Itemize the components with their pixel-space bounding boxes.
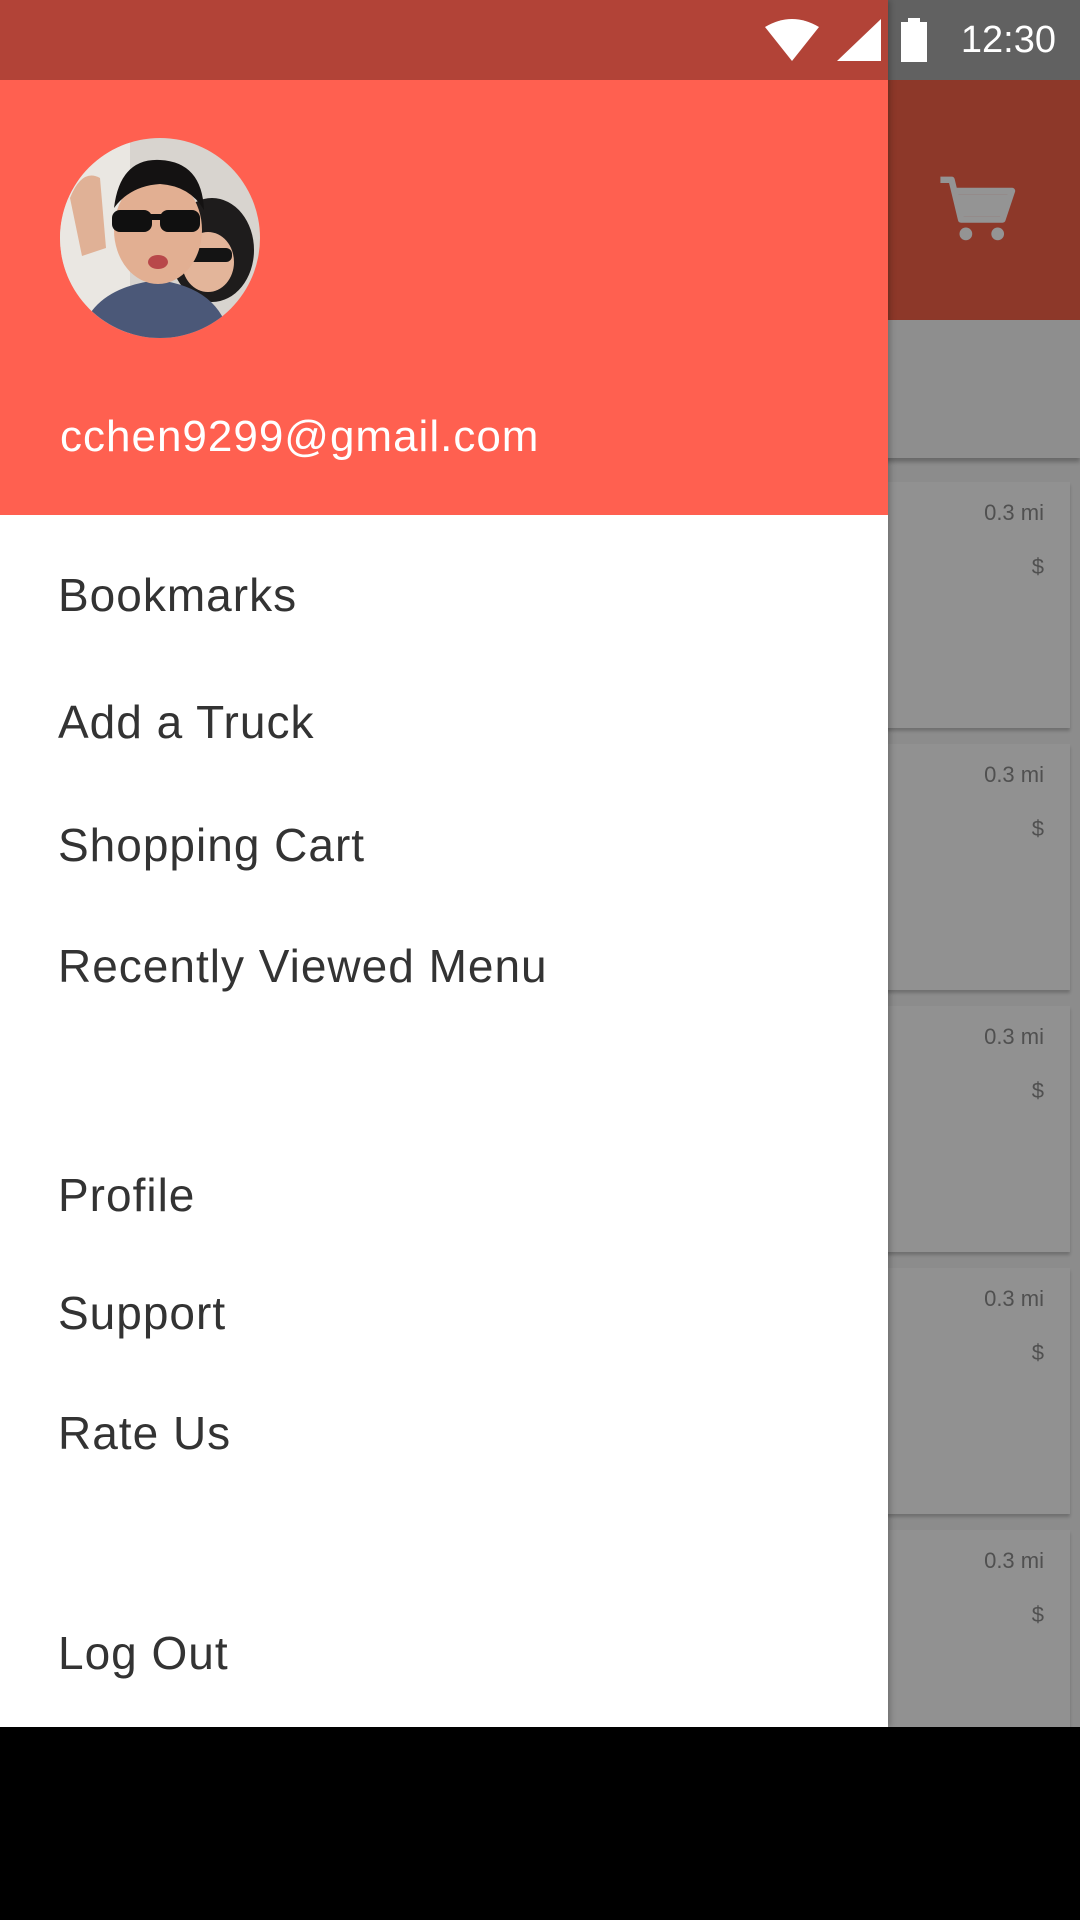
profile-photo bbox=[60, 138, 260, 338]
battery-icon bbox=[900, 18, 927, 62]
screen: 0.3 mi $ 0.3 mi $ 0.3 mi $ 0.3 mi $ 0.3 … bbox=[0, 0, 1080, 1920]
menu-item-add-truck[interactable]: Add a Truck bbox=[58, 695, 314, 749]
account-email: cchen9299@gmail.com bbox=[60, 412, 540, 461]
menu-item-profile[interactable]: Profile bbox=[58, 1168, 195, 1222]
menu-item-bookmarks[interactable]: Bookmarks bbox=[58, 568, 297, 622]
system-nav-bar bbox=[0, 1727, 1080, 1920]
avatar[interactable] bbox=[60, 138, 260, 338]
menu-item-log-out[interactable]: Log Out bbox=[58, 1626, 229, 1680]
menu-item-rate-us[interactable]: Rate Us bbox=[58, 1406, 231, 1460]
cellular-signal-icon bbox=[836, 19, 881, 61]
menu-item-shopping-cart[interactable]: Shopping Cart bbox=[58, 818, 365, 872]
menu-item-support[interactable]: Support bbox=[58, 1286, 226, 1340]
status-bar: 12:30 bbox=[0, 0, 1080, 80]
status-time: 12:30 bbox=[960, 18, 1056, 61]
menu-item-recently-viewed[interactable]: Recently Viewed Menu bbox=[58, 939, 548, 993]
navigation-drawer: cchen9299@gmail.com Bookmarks Add a Truc… bbox=[0, 0, 888, 1727]
wifi-icon bbox=[764, 19, 819, 61]
